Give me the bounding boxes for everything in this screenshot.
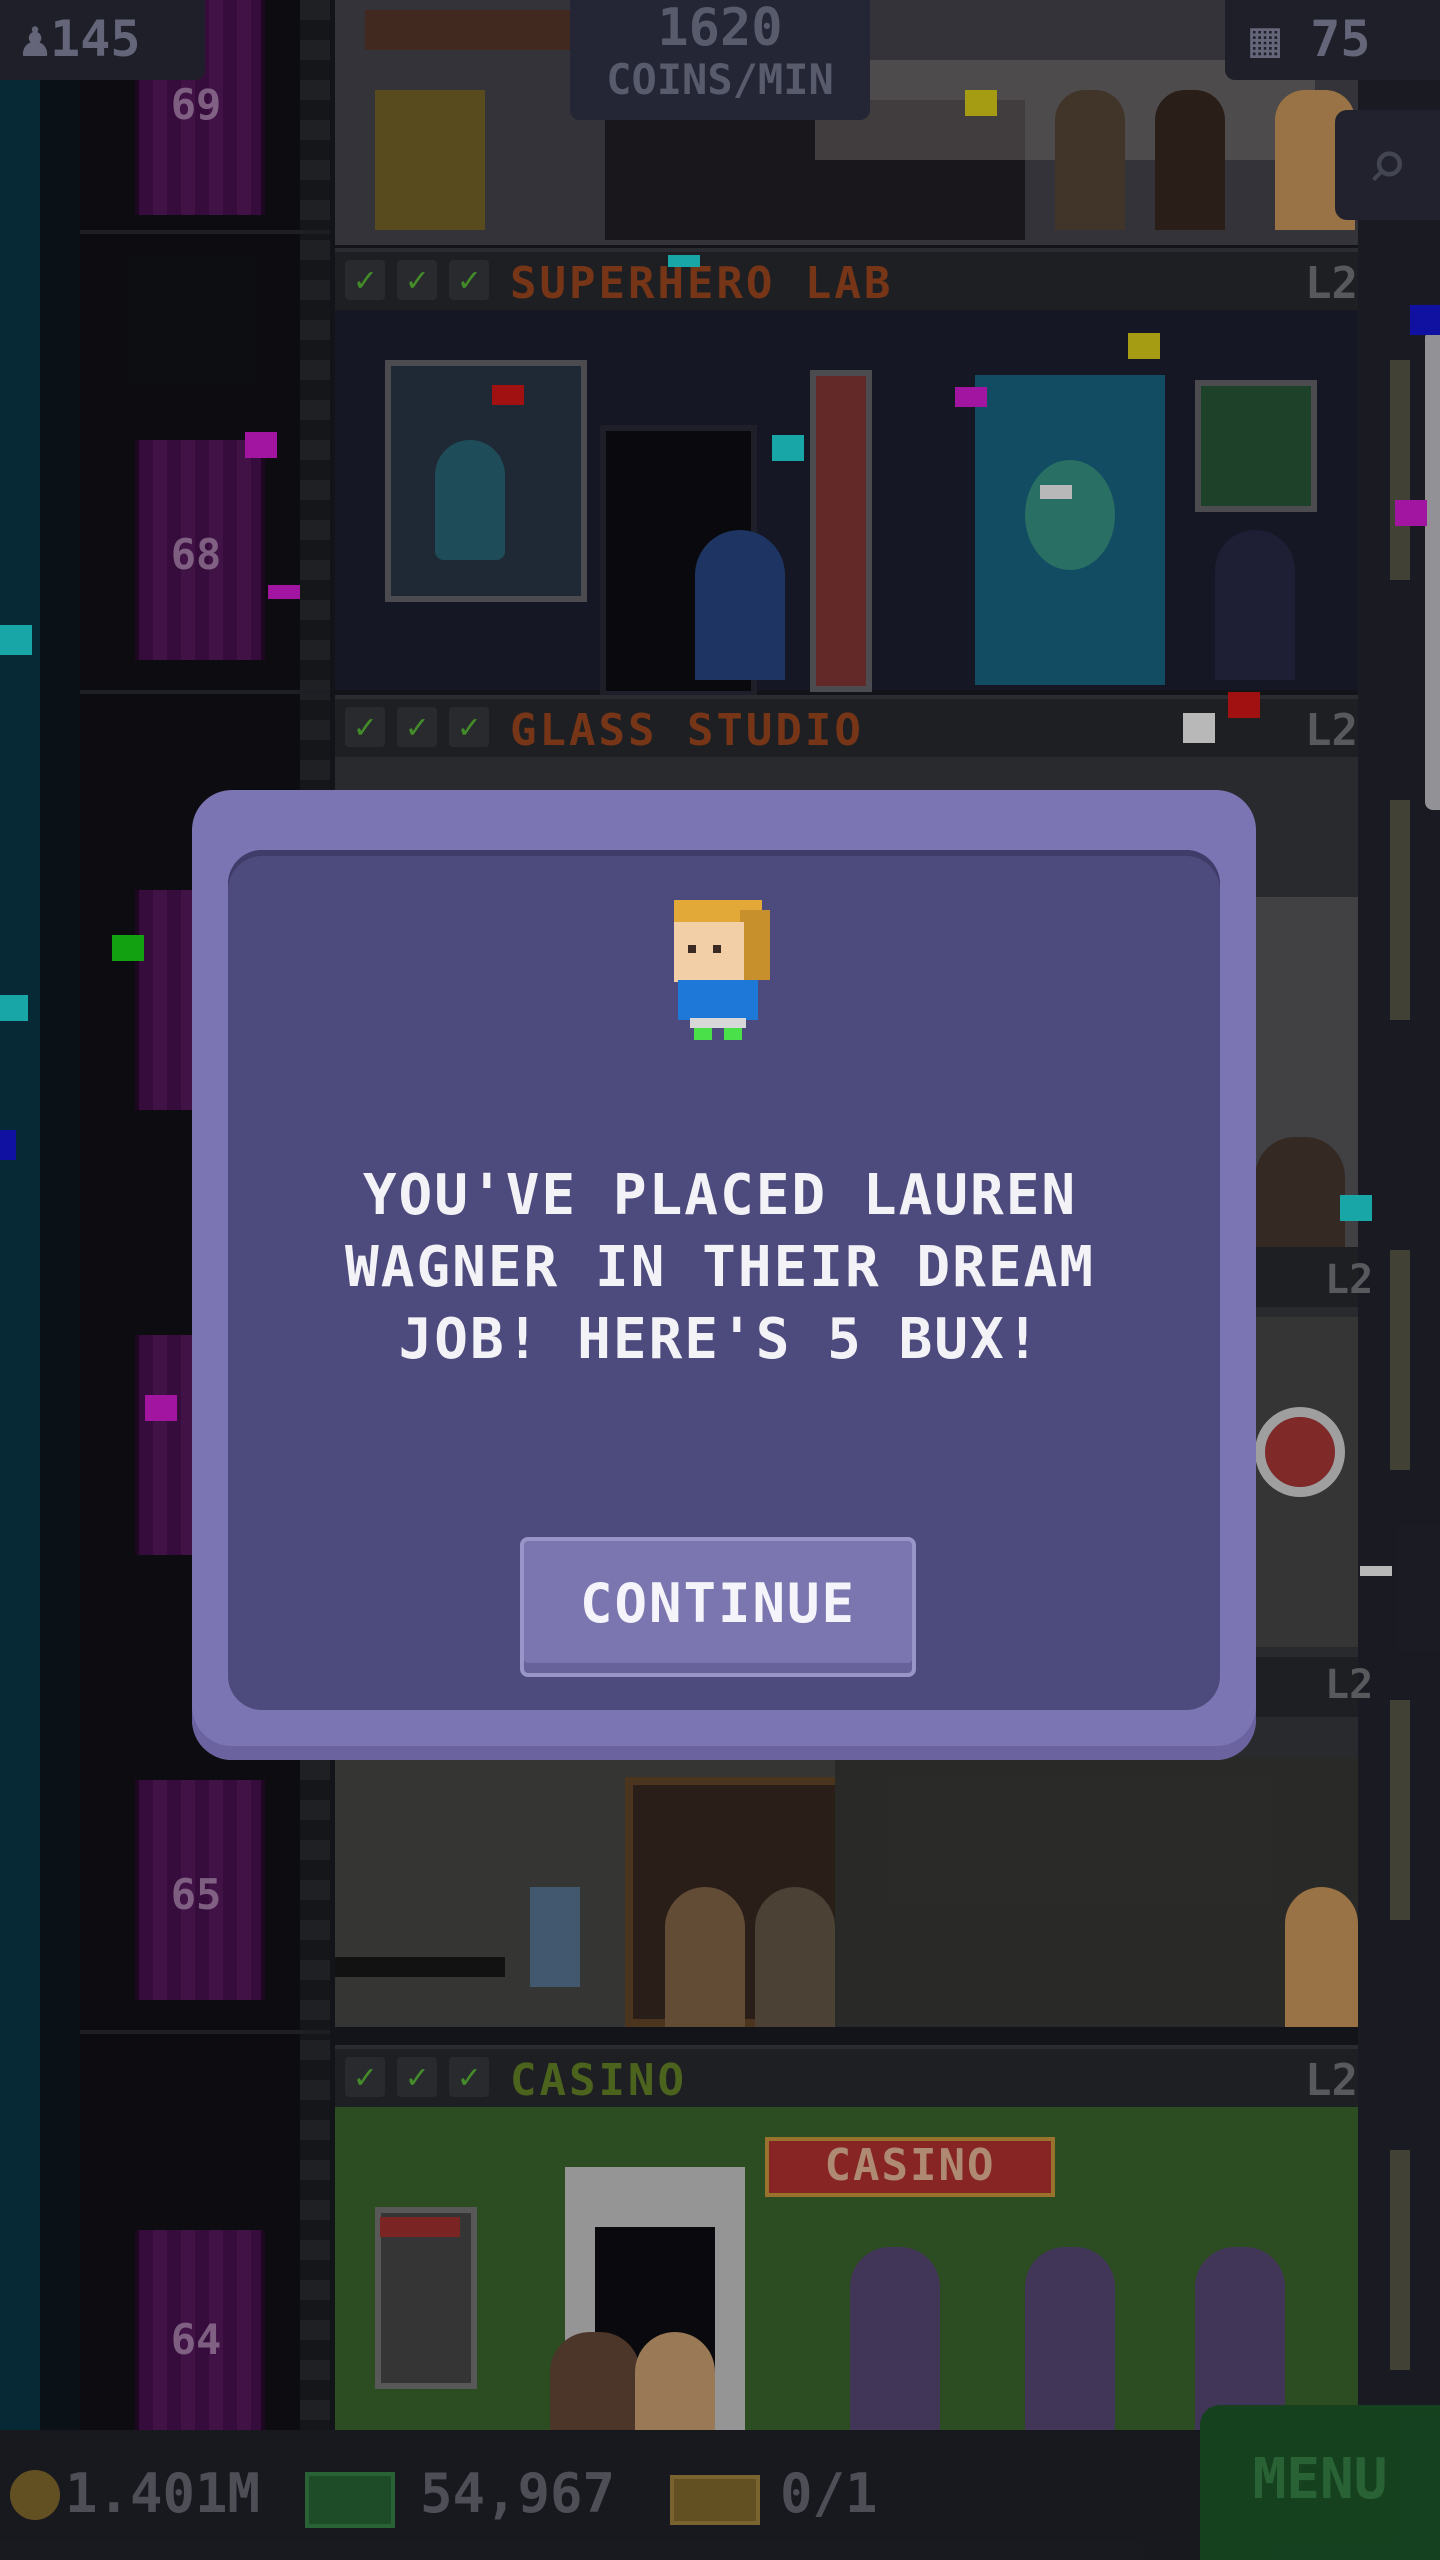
continue-button[interactable]: CONTINUE xyxy=(520,1537,916,1677)
reward-message: YOU'VE PLACED LAUREN WAGNER IN THEIR DRE… xyxy=(0,1160,1440,1376)
reward-message-line: JOB! HERE'S 5 BUX! xyxy=(398,1307,1042,1372)
reward-message-line: WAGNER IN THEIR DREAM xyxy=(344,1235,1095,1300)
character-avatar xyxy=(668,900,772,1040)
reward-message-line: YOU'VE PLACED LAUREN xyxy=(362,1163,1078,1228)
